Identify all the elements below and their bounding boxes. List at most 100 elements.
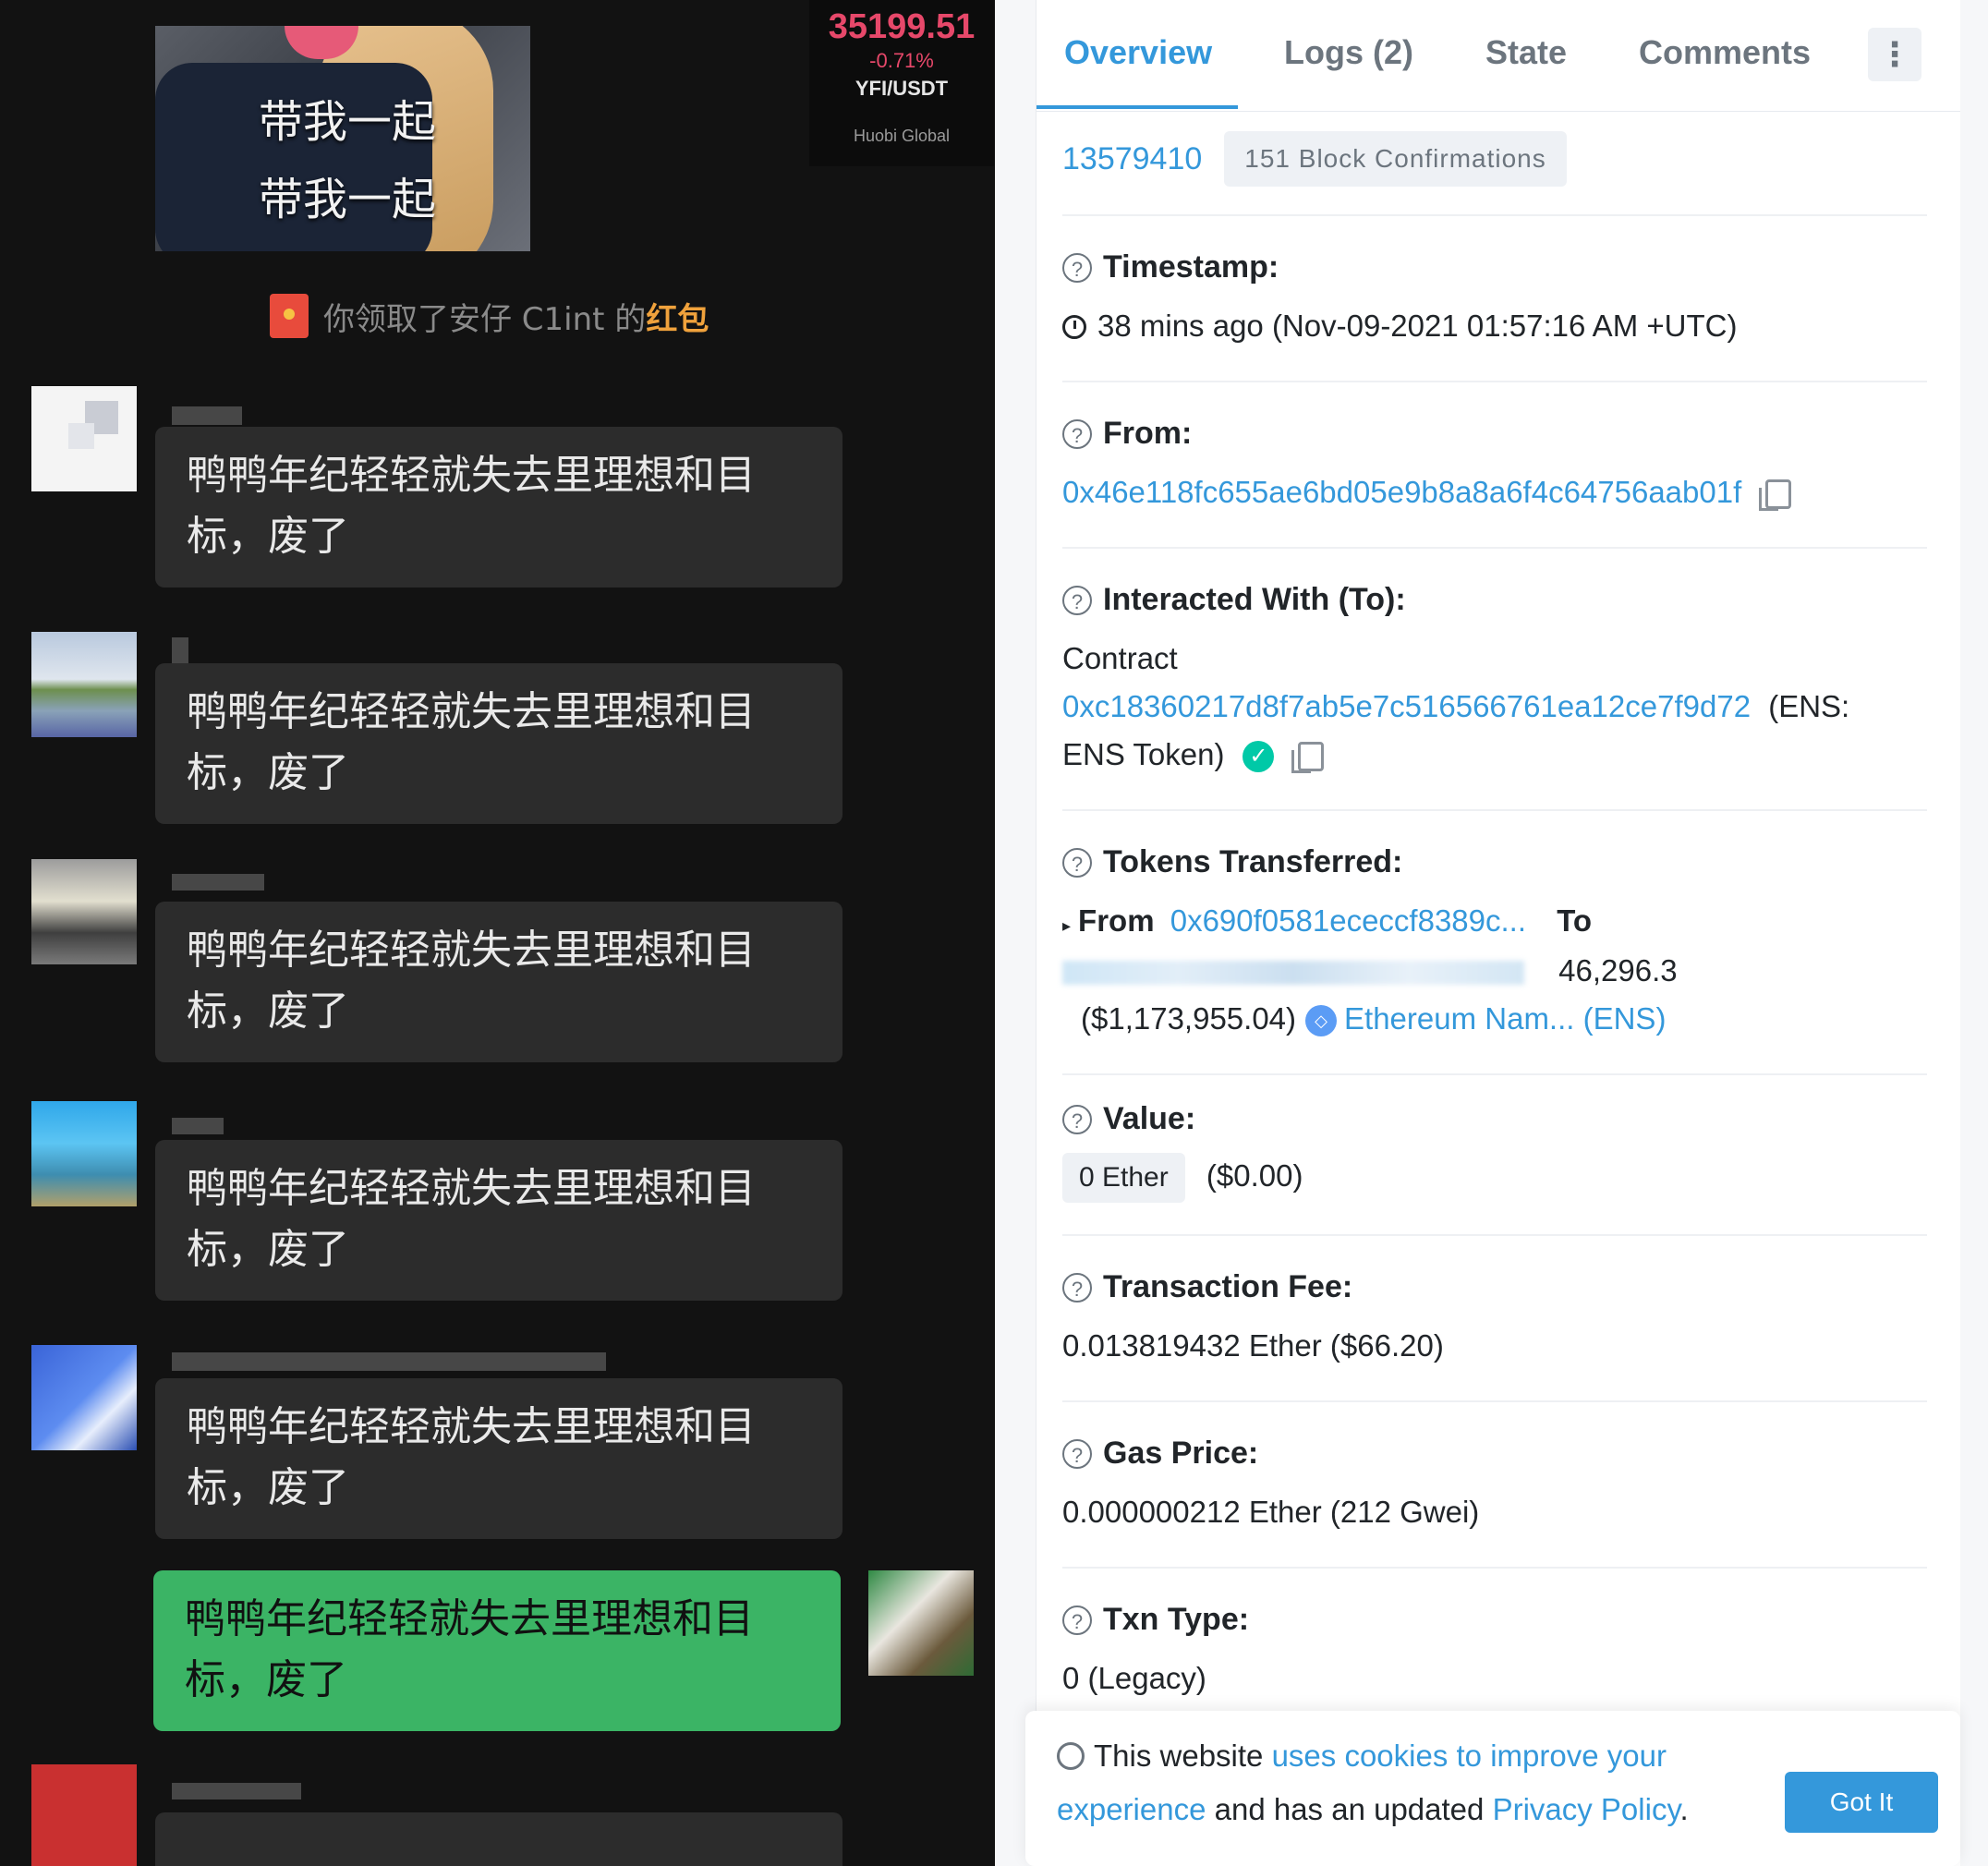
divider — [1062, 381, 1927, 382]
divider — [1062, 1567, 1927, 1569]
price-ticker: 35199.51 -0.71% YFI/USDT Huobi Global — [809, 0, 994, 166]
tab-comments[interactable]: Comments — [1639, 33, 1811, 72]
my-avatar[interactable] — [868, 1570, 974, 1676]
divider — [1062, 1234, 1927, 1236]
token-transfer-row: ▸ From 0x690f0581ececcf8389c... To — [1062, 903, 1592, 939]
avatar[interactable] — [31, 859, 137, 964]
transfer-from-address-link[interactable]: 0x690f0581ececcf8389c... — [1170, 903, 1526, 938]
sender-name-redacted — [172, 637, 188, 665]
copy-icon[interactable] — [1759, 479, 1792, 512]
divider — [1062, 1400, 1927, 1402]
sender-name-redacted — [172, 874, 264, 891]
from-address-link[interactable]: 0x46e118fc655ae6bd05e9b8a8a6f4c64756aab0… — [1062, 475, 1741, 509]
redacted-to-address — [1062, 961, 1524, 986]
ticker-change: -0.71% — [869, 49, 934, 72]
red-packet-notice: 你领取了安仔 C1int 的 红包 — [270, 292, 709, 340]
transfer-usd: ($1,173,955.04) — [1081, 1001, 1297, 1036]
sender-name-redacted — [172, 406, 242, 425]
caret-right-icon: ▸ — [1062, 916, 1072, 935]
verified-check-icon: ✓ — [1242, 741, 1275, 773]
help-icon[interactable]: ? — [1062, 418, 1092, 449]
tab-logs[interactable]: Logs (2) — [1284, 33, 1413, 72]
ticker-price: 35199.51 — [828, 7, 976, 46]
divider — [1062, 1073, 1927, 1075]
cookie-banner: This website uses cookies to improve you… — [1025, 1711, 1960, 1866]
divider — [1062, 809, 1927, 811]
copy-icon[interactable] — [1291, 742, 1325, 774]
from-value: 0x46e118fc655ae6bd05e9b8a8a6f4c64756aab0… — [1062, 475, 1792, 512]
help-icon[interactable]: ? — [1062, 252, 1092, 283]
divider — [1062, 214, 1927, 216]
txn-type-label: ? Txn Type: — [1062, 1602, 1249, 1638]
sender-name-redacted — [172, 1352, 606, 1371]
transfer-to-word: To — [1557, 903, 1593, 938]
ens-token-link[interactable]: Ethereum Nam... (ENS) — [1344, 1001, 1666, 1036]
red-packet-text: 你领取了安仔 C1int 的 — [323, 300, 647, 338]
token-transfer-row-3: ($1,173,955.04) ◇ Ethereum Nam... (ENS) — [1081, 1001, 1666, 1037]
block-row: 13579410 151 Block Confirmations — [1062, 131, 1567, 187]
sticker-caption-1: 带我一起 — [259, 96, 437, 148]
ens-row: ENS Token) ✓ — [1062, 737, 1325, 774]
transaction-card: Overview Logs (2) State Comments ⋮ 13579… — [1036, 0, 1960, 1866]
txn-type-value: 0 (Legacy) — [1062, 1661, 1206, 1695]
ens-name: ENS Token) — [1062, 737, 1225, 771]
avatar[interactable] — [31, 632, 137, 737]
avatar[interactable] — [31, 1345, 137, 1450]
help-icon[interactable]: ? — [1062, 847, 1092, 878]
contract-address-link[interactable]: 0xc18360217d8f7ab5e7c516566761ea12ce7f9d… — [1062, 689, 1751, 723]
help-icon[interactable]: ? — [1062, 1104, 1092, 1134]
help-icon[interactable]: ? — [1062, 1438, 1092, 1469]
confirmations-badge: 151 Block Confirmations — [1224, 131, 1567, 187]
clock-icon — [1062, 315, 1086, 339]
timestamp-label: ? Timestamp: — [1062, 249, 1279, 285]
got-it-button[interactable]: Got It — [1785, 1772, 1938, 1833]
message-bubble[interactable]: 鸭鸭年纪轻轻就失去里理想和目标，废了 — [155, 1378, 842, 1539]
more-options-icon[interactable]: ⋮ — [1868, 28, 1921, 81]
active-tab-indicator — [1036, 105, 1238, 109]
divider — [1062, 547, 1927, 549]
message-bubble[interactable]: 鸭鸭年纪轻轻就失去里理想和目标，废了 — [155, 427, 842, 588]
help-icon[interactable]: ? — [1062, 1605, 1092, 1635]
my-message-bubble[interactable]: 鸭鸭年纪轻轻就失去里理想和目标，废了 — [153, 1570, 841, 1731]
tab-bar: Overview Logs (2) State Comments ⋮ — [1036, 0, 1960, 112]
tab-state[interactable]: State — [1485, 33, 1567, 72]
token-transfer-row-2: 46,296.3 — [1062, 953, 1678, 988]
value-label: ? Value: — [1062, 1101, 1195, 1137]
gas-price-value: 0.000000212 Ether (212 Gwei) — [1062, 1495, 1480, 1529]
avatar[interactable] — [31, 386, 137, 491]
cookie-text: This website uses cookies to improve you… — [1057, 1739, 1689, 1826]
privacy-policy-link[interactable]: Privacy Policy — [1493, 1792, 1680, 1826]
transfer-amount: 46,296.3 — [1558, 953, 1678, 988]
contract-word: Contract — [1062, 641, 1178, 675]
from-label: ? From: — [1062, 416, 1192, 452]
help-icon[interactable]: ? — [1062, 585, 1092, 615]
ens-token-icon: ◇ — [1305, 1005, 1338, 1037]
cookie-icon — [1057, 1742, 1085, 1770]
value-usd: ($0.00) — [1206, 1158, 1303, 1193]
tab-overview[interactable]: Overview — [1064, 33, 1212, 72]
value-row: 0 Ether ($0.00) — [1062, 1153, 1303, 1203]
help-icon[interactable]: ? — [1062, 1272, 1092, 1303]
red-packet-link[interactable]: 红包 — [646, 294, 709, 339]
transaction-details-panel: Overview Logs (2) State Comments ⋮ 13579… — [995, 0, 1988, 1866]
timestamp-value: 38 mins ago (Nov-09-2021 01:57:16 AM +UT… — [1062, 309, 1737, 344]
red-packet-icon — [270, 294, 309, 338]
block-number-link[interactable]: 13579410 — [1062, 141, 1202, 177]
transfer-from-word: From — [1078, 903, 1155, 938]
chat-panel: 带我一起 带我一起 35199.51 -0.71% YFI/USDT Huobi… — [0, 0, 995, 1866]
tokens-transferred-label: ? Tokens Transferred: — [1062, 844, 1402, 880]
avatar[interactable] — [31, 1764, 137, 1866]
gas-price-label: ? Gas Price: — [1062, 1436, 1258, 1472]
message-bubble-cut[interactable] — [155, 1812, 842, 1866]
ens-prefix: (ENS: — [1768, 689, 1850, 723]
message-bubble[interactable]: 鸭鸭年纪轻轻就失去里理想和目标，废了 — [155, 663, 842, 824]
message-bubble[interactable]: 鸭鸭年纪轻轻就失去里理想和目标，废了 — [155, 1140, 842, 1301]
dog-sticker-image: 带我一起 带我一起 — [155, 26, 530, 251]
message-bubble[interactable]: 鸭鸭年纪轻轻就失去里理想和目标，废了 — [155, 902, 842, 1062]
sender-name-redacted — [172, 1783, 301, 1799]
avatar[interactable] — [31, 1101, 137, 1206]
sender-name-redacted — [172, 1118, 224, 1134]
value-ether-badge: 0 Ether — [1062, 1153, 1185, 1203]
interacted-with-label: ? Interacted With (To): — [1062, 582, 1406, 618]
sticker-caption-2: 带我一起 — [259, 174, 437, 225]
